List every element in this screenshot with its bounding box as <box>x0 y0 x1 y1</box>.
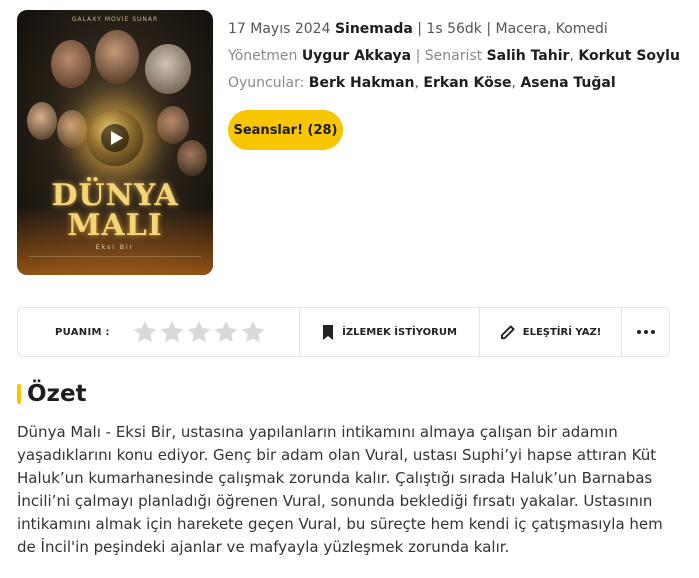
bookmark-icon <box>323 324 334 340</box>
director-label: Yönetmen <box>228 48 298 64</box>
star-icon[interactable] <box>159 319 185 345</box>
action-bar: PUANIM : İZLEMEK İSTİYORUM ELEŞTİRİ YAZ! <box>17 307 670 357</box>
poster-title-line2: MALI <box>67 208 163 243</box>
cast-label: Oyuncular: <box>228 75 305 91</box>
play-trailer-button[interactable] <box>101 124 129 152</box>
watchlist-button[interactable]: İZLEMEK İSTİYORUM <box>300 308 480 356</box>
poster-brand: GALAXY MOVIE SUNAR <box>71 16 159 23</box>
poster-character <box>145 44 191 94</box>
cast-link[interactable]: Erkan Köse <box>423 75 511 91</box>
writer-link[interactable]: Salih Tahir <box>487 48 570 64</box>
poster-subtitle: Eksi Bir <box>95 244 135 251</box>
watchlist-label: İZLEMEK İSTİYORUM <box>342 326 457 338</box>
genres: Macera, Komedi <box>495 21 608 37</box>
write-review-button[interactable]: ELEŞTİRİ YAZ! <box>480 308 622 356</box>
crew-line: Yönetmen Uygur Akkaya | Senarist Salih T… <box>228 48 680 64</box>
star-icon[interactable] <box>132 319 158 345</box>
poster-character <box>27 102 57 140</box>
release-status: Sinemada <box>334 21 413 37</box>
more-options-button[interactable] <box>622 308 669 356</box>
release-date: 17 Mayıs 2024 <box>228 21 331 37</box>
heading-accent-bar <box>17 384 21 404</box>
summary-header: Özet <box>17 381 87 407</box>
cast-link[interactable]: Berk Hakman <box>309 75 415 91</box>
rating-section: PUANIM : <box>18 308 300 356</box>
director-link[interactable]: Uygur Akkaya <box>302 48 411 64</box>
movie-poster[interactable]: GALAXY MOVIE SUNAR DÜNYA MALI Eksi Bir <box>17 10 213 275</box>
poster-character <box>57 110 87 148</box>
summary-text: Dünya Malı - Eksi Bir, ustasına yapılanl… <box>17 423 663 556</box>
summary-heading: Özet <box>27 381 87 407</box>
more-icon <box>636 330 655 334</box>
pencil-icon <box>500 324 515 339</box>
star-icon[interactable] <box>186 319 212 345</box>
poster-character <box>51 40 91 88</box>
cast-link[interactable]: Asena Tuğal <box>520 75 615 91</box>
rating-label: PUANIM : <box>55 326 110 338</box>
rating-stars <box>132 319 266 345</box>
movie-meta-line: 17 Mayıs 2024 Sinemada | 1s 56dk | Macer… <box>228 21 608 37</box>
poster-credits <box>29 256 201 266</box>
star-icon[interactable] <box>213 319 239 345</box>
movie-info: 17 Mayıs 2024 Sinemada | 1s 56dk | Macer… <box>228 16 689 97</box>
showtimes-button[interactable]: Seanslar! (28) <box>228 110 343 150</box>
duration: 1s 56dk <box>426 21 482 37</box>
writer-label: Senarist <box>424 48 483 64</box>
poster-character <box>157 106 189 144</box>
poster-character <box>177 140 207 176</box>
play-icon <box>110 131 123 145</box>
poster-character <box>95 30 139 84</box>
review-label: ELEŞTİRİ YAZ! <box>522 326 602 338</box>
cast-line: Oyuncular: Berk Hakman, Erkan Köse, Asen… <box>228 75 616 91</box>
writer-link[interactable]: Korkut Soylu <box>578 48 680 64</box>
star-icon[interactable] <box>240 319 266 345</box>
